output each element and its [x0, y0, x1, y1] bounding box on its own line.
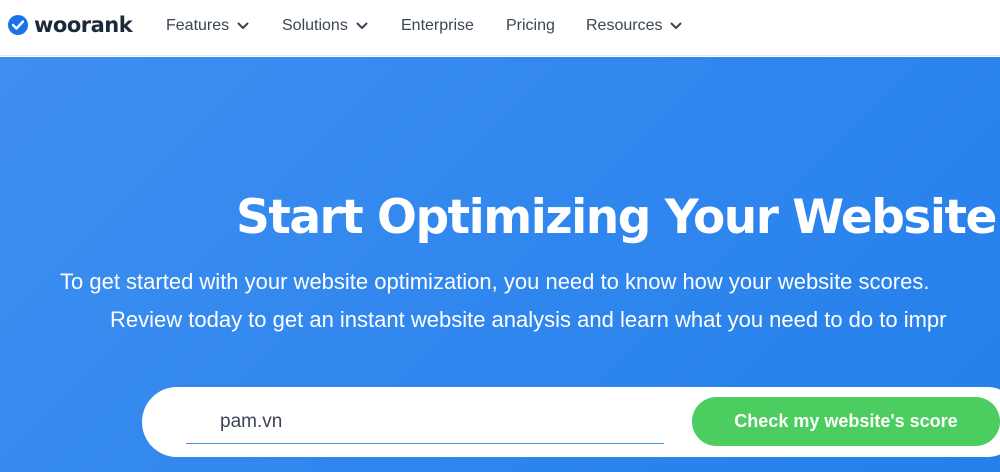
hero-title: Start Optimizing Your Website [236, 190, 997, 245]
website-url-input[interactable] [186, 400, 664, 444]
chevron-down-icon [237, 22, 249, 30]
top-navbar: woorank Features Solutions Enterprise Pr… [0, 0, 1000, 56]
nav-features[interactable]: Features [166, 14, 249, 38]
hero-section: Start Optimizing Your Website To get sta… [0, 57, 1000, 472]
nav-features-label: Features [166, 17, 230, 34]
nav-enterprise[interactable]: Enterprise [401, 14, 474, 38]
nav-pricing-label: Pricing [506, 17, 555, 34]
nav-solutions[interactable]: Solutions [282, 14, 368, 38]
woorank-logo[interactable]: woorank [8, 11, 133, 39]
nav-enterprise-label: Enterprise [401, 17, 474, 34]
check-badge-icon [8, 15, 28, 35]
nav-solutions-label: Solutions [282, 17, 348, 34]
hero-description-line-1: To get started with your website optimiz… [60, 269, 930, 294]
hero-description-line-2: Review today to get an instant website a… [110, 307, 947, 332]
website-search-card: Check my website's score [142, 387, 1000, 457]
chevron-down-icon [356, 22, 368, 30]
nav-pricing[interactable]: Pricing [506, 14, 555, 38]
chevron-down-icon [670, 22, 682, 30]
nav-resources-label: Resources [586, 17, 663, 34]
nav-resources[interactable]: Resources [586, 14, 682, 38]
check-score-button[interactable]: Check my website's score [692, 397, 1000, 446]
brand-name: woorank [34, 13, 133, 37]
